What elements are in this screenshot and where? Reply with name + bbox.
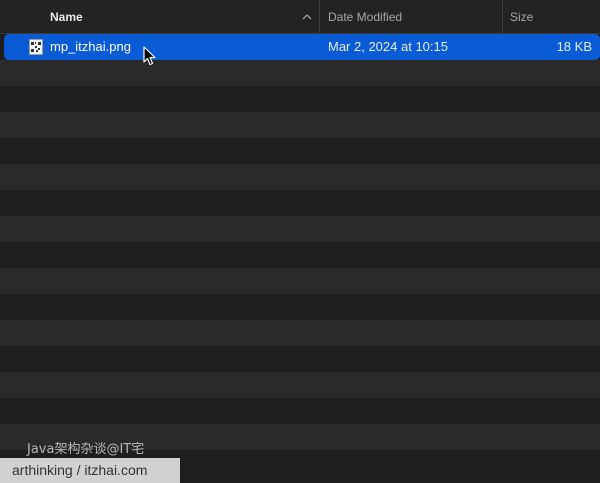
mouse-pointer-icon	[143, 46, 156, 66]
empty-row	[0, 242, 600, 268]
empty-row	[0, 398, 600, 424]
column-header-name[interactable]: Name	[0, 0, 319, 34]
empty-row	[0, 320, 600, 346]
file-date-modified: Mar 2, 2024 at 10:15	[328, 39, 448, 54]
watermark-caption: Java架构杂谈@IT宅	[27, 442, 145, 457]
empty-row	[0, 112, 600, 138]
column-header-date-modified[interactable]: Date Modified	[319, 0, 502, 34]
empty-row	[0, 346, 600, 372]
sort-ascending-icon	[302, 14, 312, 20]
png-file-icon	[29, 39, 43, 55]
empty-row	[0, 60, 600, 86]
empty-row	[0, 164, 600, 190]
finder-list-view: Name Date Modified Size mp_itzhai.png Ma…	[0, 0, 600, 483]
watermark-text: arthinking / itzhai.com	[12, 462, 148, 478]
column-header-bar: Name Date Modified Size	[0, 0, 600, 34]
empty-row	[0, 294, 600, 320]
empty-row	[0, 216, 600, 242]
empty-row	[0, 190, 600, 216]
file-size: 18 KB	[556, 39, 592, 54]
empty-row	[0, 372, 600, 398]
file-name: mp_itzhai.png	[50, 39, 131, 54]
file-row[interactable]: mp_itzhai.png Mar 2, 2024 at 10:15 18 KB	[4, 34, 600, 60]
file-list: mp_itzhai.png Mar 2, 2024 at 10:15 18 KB	[0, 34, 600, 483]
empty-row	[0, 138, 600, 164]
column-header-size[interactable]: Size	[502, 0, 600, 34]
empty-row	[0, 268, 600, 294]
watermark-box: arthinking / itzhai.com	[0, 458, 180, 483]
empty-row	[0, 86, 600, 112]
